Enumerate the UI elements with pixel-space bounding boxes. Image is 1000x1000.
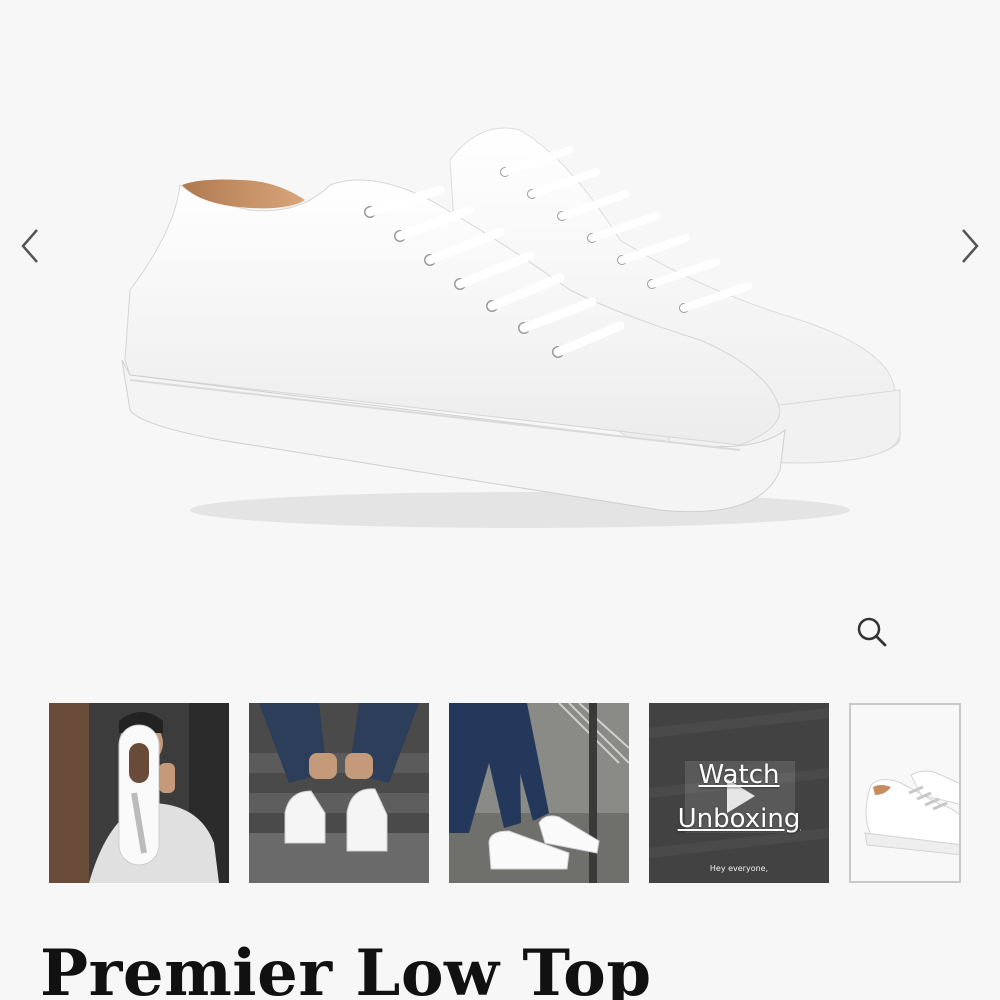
thumb-lacing-sneakers[interactable] bbox=[249, 703, 429, 883]
product-title: Premier Low Top bbox=[40, 936, 652, 1000]
next-image-button[interactable] bbox=[950, 222, 990, 270]
watch-unboxing-label[interactable]: Watch Unboxing bbox=[649, 753, 829, 841]
video-caption: Hey everyone, bbox=[709, 864, 769, 873]
thumb-hand-holding-sneaker[interactable] bbox=[49, 703, 229, 883]
video-label-line1: Watch bbox=[698, 760, 780, 790]
previous-image-button[interactable] bbox=[10, 222, 50, 270]
thumb-sneaker-pair[interactable] bbox=[849, 703, 961, 883]
main-product-image[interactable] bbox=[100, 90, 920, 550]
thumb-image bbox=[449, 703, 629, 883]
thumb-image bbox=[249, 703, 429, 883]
thumbnail-strip: Watch Unboxing Hey everyone, bbox=[49, 703, 961, 883]
chevron-left-icon bbox=[21, 229, 38, 263]
video-label-line2: Unboxing bbox=[677, 804, 801, 834]
chevron-right-icon bbox=[962, 229, 979, 263]
thumb-watch-unboxing[interactable]: Watch Unboxing Hey everyone, bbox=[649, 703, 829, 883]
thumb-image bbox=[49, 703, 229, 883]
product-gallery bbox=[0, 0, 1000, 680]
thumb-sneakers-on-steps[interactable] bbox=[449, 703, 629, 883]
thumb-image bbox=[851, 705, 959, 881]
zoom-button[interactable] bbox=[852, 612, 892, 652]
magnifier-icon bbox=[857, 617, 887, 647]
